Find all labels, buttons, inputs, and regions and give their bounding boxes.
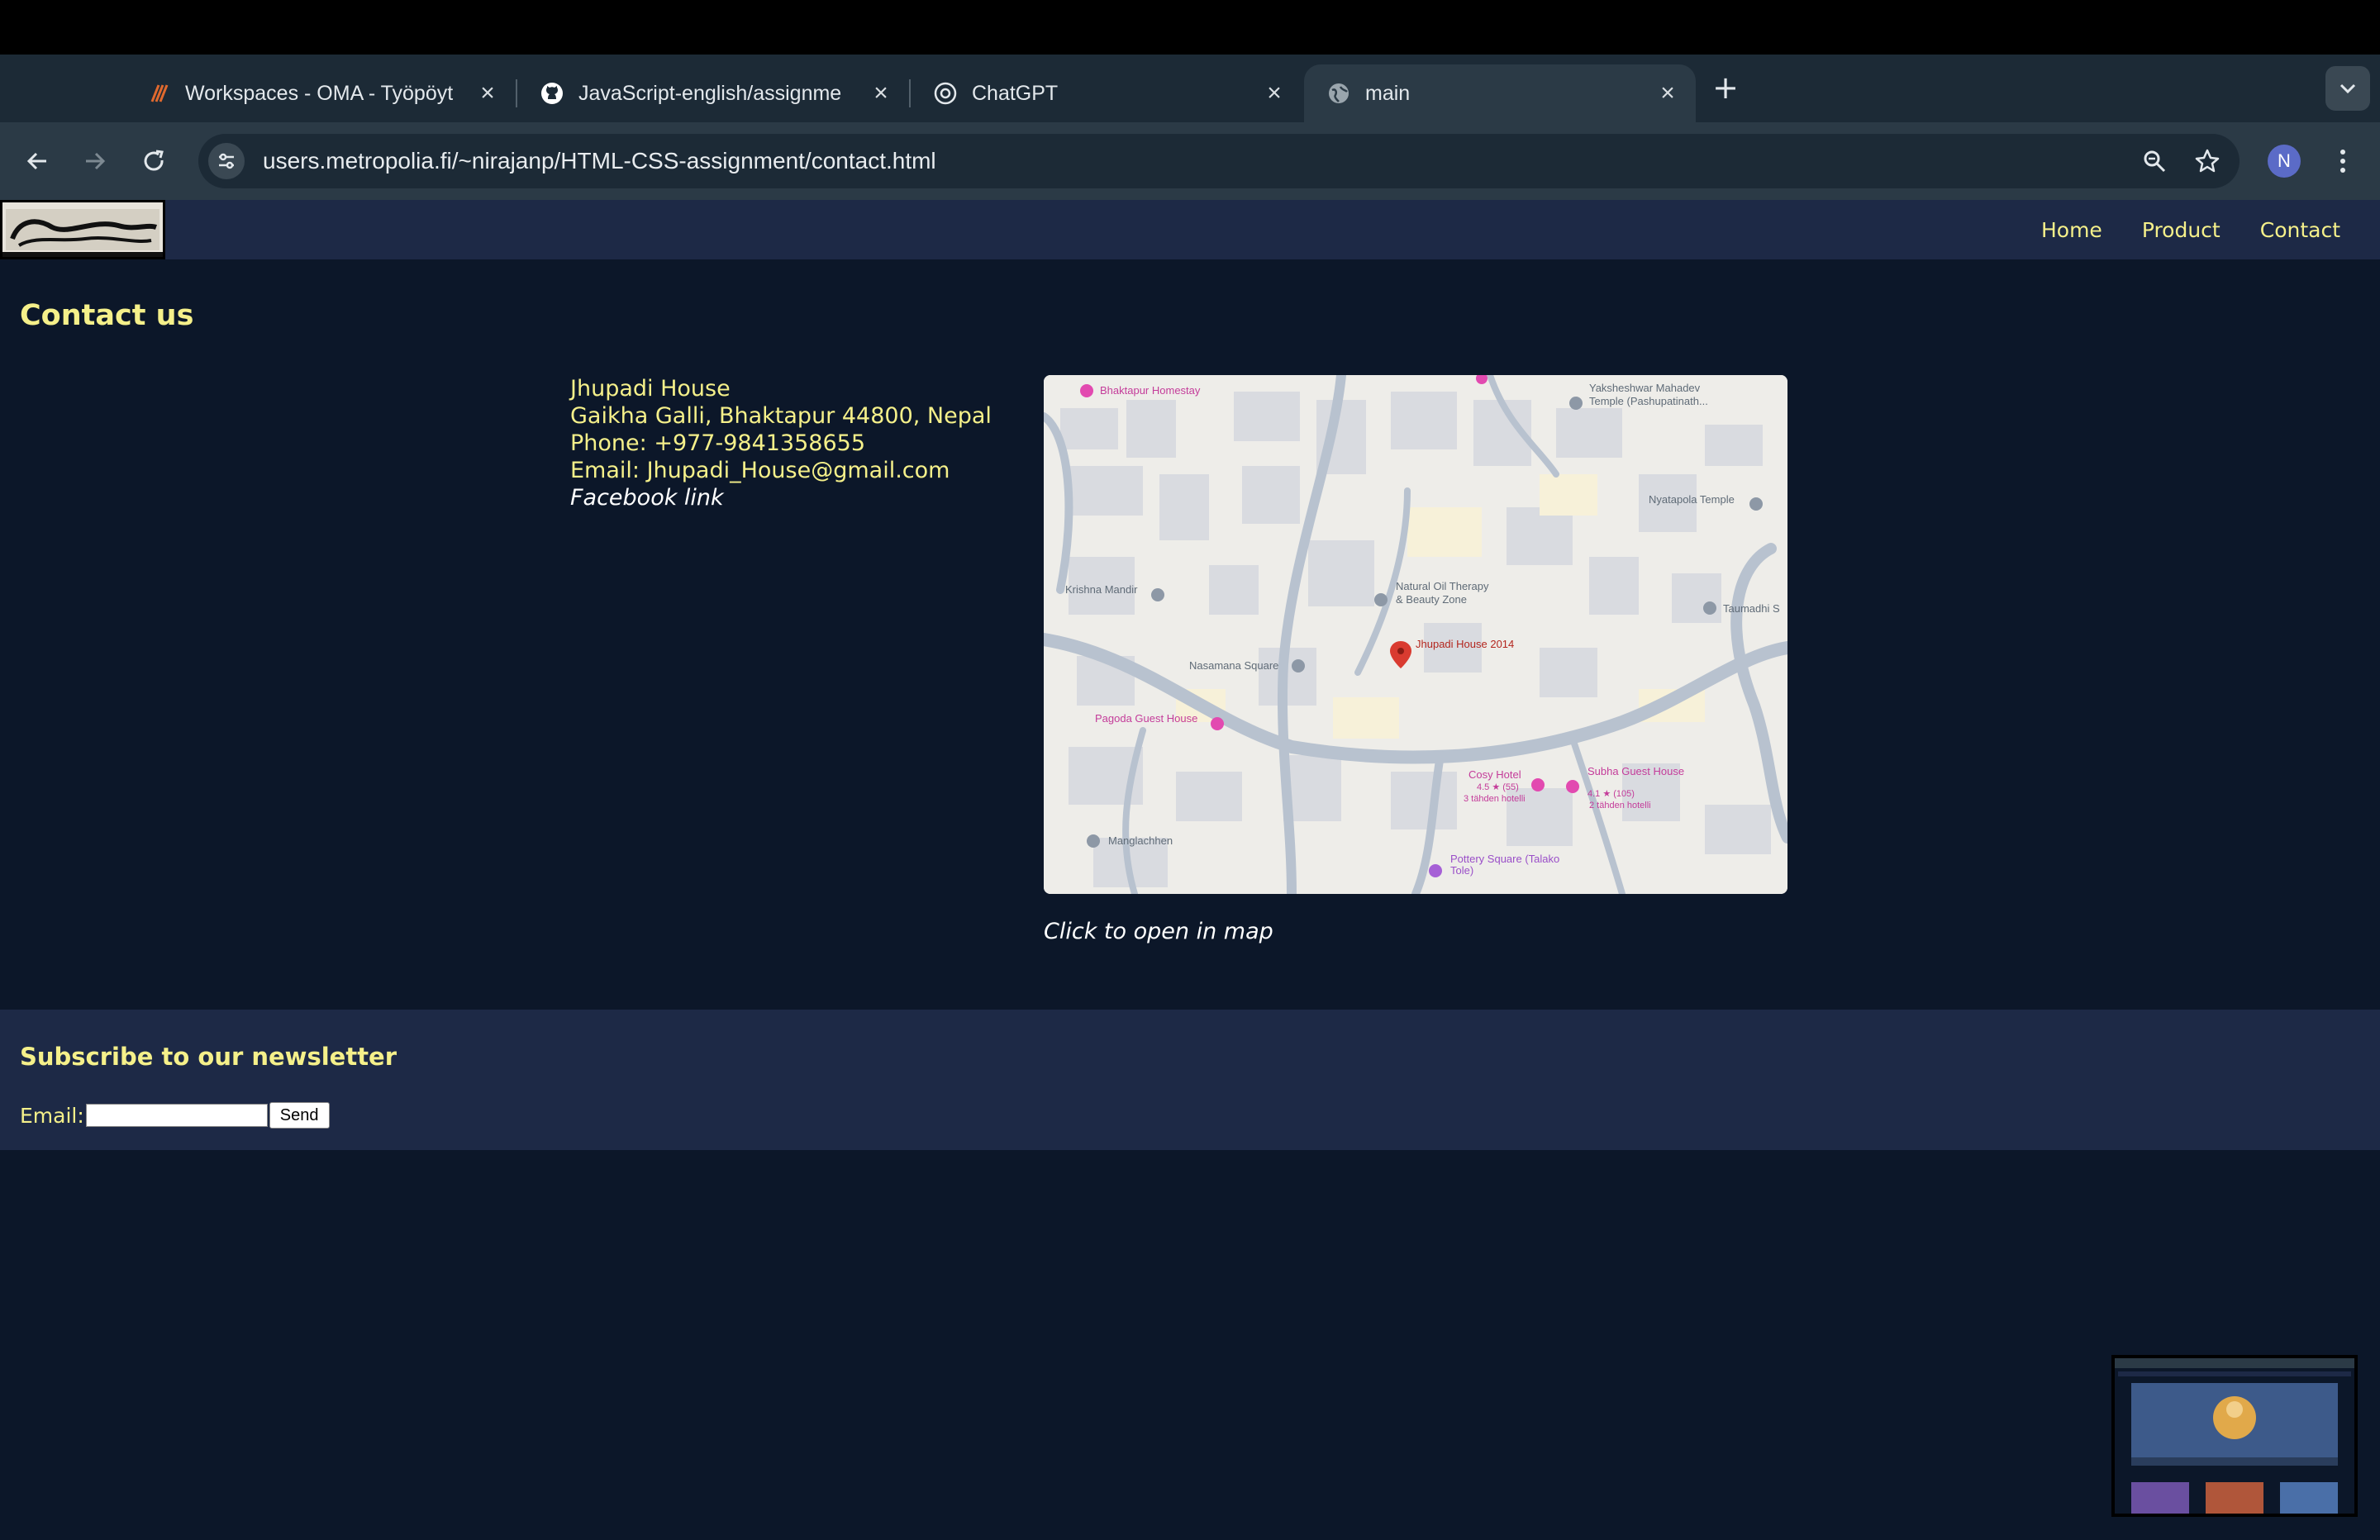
tab-title: main [1365, 81, 1411, 105]
facebook-link[interactable]: Facebook link [570, 484, 992, 511]
chatgpt-icon [934, 82, 957, 105]
tab-title: ChatGPT [972, 81, 1059, 105]
map-caption: Click to open in map [1044, 919, 1273, 944]
more-vert-icon [2340, 150, 2345, 173]
map-label: Pagoda Guest House [1095, 712, 1197, 725]
map-label: 3 tähden hotelli [1464, 794, 1526, 804]
map-label: Natural Oil Therapy [1396, 580, 1489, 592]
star-icon [2195, 149, 2220, 173]
map-image: Bhaktapur Homestay Yaksheshwar Mahadev T… [1044, 375, 1787, 894]
close-icon[interactable]: × [476, 79, 499, 107]
profile-avatar[interactable]: N [2268, 145, 2301, 178]
close-icon[interactable]: × [1656, 79, 1679, 107]
map-label: Yaksheshwar Mahadev [1589, 382, 1701, 394]
bookmark-button[interactable] [2187, 140, 2228, 182]
browser-toolbar: users.metropolia.fi/~nirajanp/HTML-CSS-a… [0, 122, 2380, 200]
map-label: Taumadhi S [1723, 602, 1780, 615]
site-logo[interactable] [0, 200, 165, 259]
reload-button[interactable] [134, 140, 175, 182]
preview-image [2115, 1358, 2354, 1514]
zoom-button[interactable] [2134, 140, 2175, 182]
map-label: Pottery Square (Talako [1450, 853, 1559, 865]
map-label: Krishna Mandir [1065, 583, 1138, 596]
phone-line: Phone: +977-9841358655 [570, 430, 865, 456]
map-label: Nasamana Square [1189, 659, 1278, 672]
map-label: 4.1 ★ (105) [1587, 789, 1635, 799]
oma-icon [147, 82, 170, 105]
location-map[interactable]: Bhaktapur Homestay Yaksheshwar Mahadev T… [1044, 375, 1787, 894]
page-title: Contact us [20, 299, 194, 332]
email-line: Email: Jhupadi_House@gmail.com [570, 458, 950, 483]
send-button[interactable]: Send [269, 1102, 330, 1129]
address-bar[interactable]: users.metropolia.fi/~nirajanp/HTML-CSS-a… [198, 134, 2240, 188]
map-label: Cosy Hotel [1468, 768, 1521, 781]
forward-arrow-icon [86, 152, 106, 170]
business-name: Jhupadi House [570, 376, 731, 402]
map-label: Manglachhen [1108, 834, 1173, 847]
tab-main[interactable]: main × [1304, 64, 1696, 122]
map-label: Jhupadi House 2014 [1416, 638, 1514, 650]
nav-contact-link[interactable]: Contact [2260, 218, 2340, 242]
newsletter-heading: Subscribe to our newsletter [20, 1043, 397, 1071]
nav-product-link[interactable]: Product [2142, 218, 2221, 242]
back-arrow-icon [26, 152, 46, 170]
globe-icon [1327, 82, 1350, 105]
tab-strip: Workspaces - OMA - Työpöyt × JavaScript-… [0, 55, 2380, 122]
close-icon[interactable]: × [1263, 79, 1286, 107]
close-icon[interactable]: × [869, 79, 892, 107]
contact-info: Jhupadi House Gaikha Galli, Bhaktapur 44… [570, 375, 992, 511]
tab-chatgpt[interactable]: ChatGPT × [911, 64, 1302, 122]
zoom-icon [2144, 150, 2166, 173]
newsletter-email-input[interactable] [85, 1104, 268, 1127]
tab-oma[interactable]: Workspaces - OMA - Työpöyt × [124, 64, 516, 122]
screen-top-bar [0, 0, 2380, 55]
email-label: Email: [20, 1103, 84, 1128]
site-info-button[interactable] [208, 143, 245, 179]
nav-home-link[interactable]: Home [2041, 218, 2102, 242]
jhupadi-logo-image [2, 202, 163, 257]
map-label: Temple (Pashupatinath... [1589, 395, 1708, 407]
map-label: Bhaktapur Homestay [1100, 384, 1201, 397]
map-label: 4.5 ★ (55) [1477, 782, 1519, 792]
newsletter-form: Email: Send [20, 1102, 330, 1129]
address-line: Gaikha Galli, Bhaktapur 44800, Nepal [570, 403, 992, 429]
site-nav: Home Product Contact [2041, 200, 2340, 259]
map-label: Subha Guest House [1587, 765, 1684, 777]
chevron-down-icon [2340, 83, 2356, 94]
url-text[interactable]: users.metropolia.fi/~nirajanp/HTML-CSS-a… [263, 148, 2134, 174]
map-label: Tole) [1450, 864, 1473, 877]
tab-github[interactable]: JavaScript-english/assignme × [517, 64, 909, 122]
new-tab-button[interactable]: + [1711, 64, 1740, 111]
browser-menu-button[interactable] [2330, 140, 2355, 182]
newsletter-section: Subscribe to our newsletter Email: Send [0, 1010, 2380, 1150]
tab-search-button[interactable] [2325, 66, 2370, 111]
forward-button[interactable] [74, 140, 116, 182]
tune-icon [219, 153, 234, 169]
reload-icon [144, 150, 164, 171]
map-label: & Beauty Zone [1396, 593, 1467, 606]
map-label: Nyatapola Temple [1649, 493, 1735, 506]
tab-title: JavaScript-english/assignme [578, 81, 842, 105]
tab-title: Workspaces - OMA - Työpöyt [185, 81, 454, 105]
site-header: Home Product Contact [0, 200, 2380, 259]
back-button[interactable] [17, 140, 58, 182]
page-content: Home Product Contact Contact us Jhupadi … [0, 200, 2380, 1540]
window-preview-thumbnail[interactable] [2111, 1355, 2358, 1517]
map-label: 2 tähden hotelli [1589, 801, 1651, 810]
github-icon [540, 82, 564, 105]
